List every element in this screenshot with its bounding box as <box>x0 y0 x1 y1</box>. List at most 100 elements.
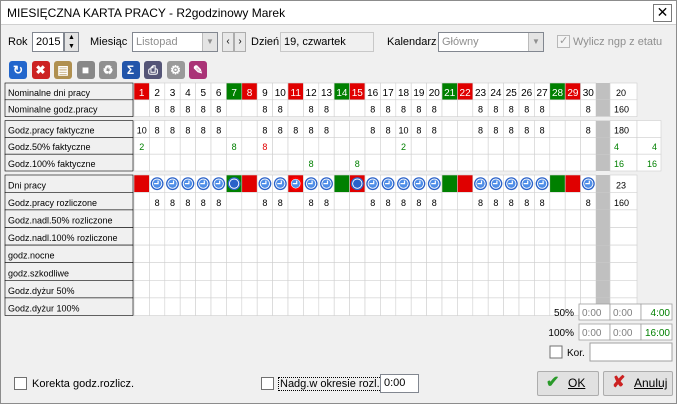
day-cell[interactable] <box>487 280 504 299</box>
day-cell[interactable] <box>472 209 489 228</box>
rok-stepper[interactable]: ▲ ▼ <box>64 32 79 52</box>
day-cell[interactable] <box>272 209 289 228</box>
day-cell[interactable] <box>226 153 243 172</box>
day-cell[interactable] <box>441 262 458 281</box>
day-cell[interactable] <box>441 227 458 246</box>
day-cell[interactable] <box>318 262 335 281</box>
day-cell[interactable] <box>441 280 458 299</box>
day-cell[interactable] <box>179 244 196 264</box>
day-cell[interactable] <box>318 280 335 299</box>
day-cell[interactable] <box>241 297 258 316</box>
day-cell[interactable] <box>518 137 535 155</box>
day-cell[interactable] <box>303 244 320 264</box>
day-cell[interactable] <box>534 209 551 228</box>
delete-icon[interactable]: ✖ <box>31 61 50 79</box>
day-cell[interactable] <box>534 297 551 316</box>
day-cell[interactable] <box>318 297 335 316</box>
day-cell[interactable] <box>364 262 381 281</box>
day-cell[interactable] <box>580 153 597 172</box>
day-cell[interactable] <box>395 227 412 246</box>
day-cell[interactable] <box>380 227 397 246</box>
day-cell[interactable] <box>549 120 566 138</box>
day-cell[interactable] <box>564 209 581 228</box>
copy-icon[interactable]: ▤ <box>54 61 72 79</box>
day-cell[interactable] <box>441 297 458 316</box>
day-cell[interactable] <box>195 209 212 228</box>
day-cell[interactable] <box>395 297 412 316</box>
day-cell[interactable] <box>272 137 289 155</box>
day-cell[interactable] <box>580 209 597 228</box>
day-icon-cell[interactable] <box>564 174 581 193</box>
day-cell[interactable] <box>133 153 150 172</box>
day-cell[interactable] <box>487 209 504 228</box>
day-cell[interactable] <box>272 244 289 264</box>
day-cell[interactable] <box>580 280 597 299</box>
day-cell[interactable] <box>272 153 289 172</box>
day-cell[interactable] <box>472 297 489 316</box>
day-cell[interactable] <box>272 227 289 246</box>
day-cell[interactable] <box>487 244 504 264</box>
day-cell[interactable] <box>226 209 243 228</box>
day-cell[interactable] <box>534 227 551 246</box>
day-cell[interactable] <box>518 244 535 264</box>
day-cell[interactable] <box>410 244 427 264</box>
day-cell[interactable] <box>164 209 181 228</box>
day-cell[interactable] <box>164 137 181 155</box>
day-cell[interactable] <box>133 99 150 117</box>
day-cell[interactable] <box>395 262 412 281</box>
day-cell[interactable] <box>241 153 258 172</box>
day-cell[interactable] <box>210 297 227 316</box>
day-cell[interactable] <box>179 297 196 316</box>
day-cell[interactable] <box>226 99 243 117</box>
day-cell[interactable] <box>241 262 258 281</box>
day-cell[interactable] <box>549 227 566 246</box>
day-icon-cell[interactable] <box>549 174 566 193</box>
day-cell[interactable] <box>241 244 258 264</box>
day-cell[interactable] <box>441 99 458 117</box>
day-cell[interactable] <box>395 244 412 264</box>
day-cell[interactable] <box>549 280 566 299</box>
day-cell[interactable] <box>241 120 258 138</box>
paste-icon[interactable]: ■ <box>76 61 95 79</box>
day-cell[interactable] <box>395 280 412 299</box>
day-cell[interactable] <box>241 192 258 211</box>
day-cell[interactable] <box>333 280 350 299</box>
day-cell[interactable] <box>256 280 273 299</box>
day-cell[interactable] <box>549 262 566 281</box>
settings-icon[interactable]: ⚙ <box>166 61 185 79</box>
day-cell[interactable] <box>210 137 227 155</box>
day-cell[interactable] <box>226 280 243 299</box>
day-cell[interactable] <box>256 153 273 172</box>
day-cell[interactable] <box>226 192 243 211</box>
day-cell[interactable] <box>195 280 212 299</box>
day-cell[interactable] <box>333 192 350 211</box>
day-cell[interactable] <box>349 99 366 117</box>
day-cell[interactable] <box>179 280 196 299</box>
day-cell[interactable] <box>380 209 397 228</box>
nadg-checkbox[interactable] <box>261 377 274 390</box>
day-cell[interactable] <box>549 153 566 172</box>
close-button[interactable]: ✕ <box>653 4 672 22</box>
day-cell[interactable] <box>380 297 397 316</box>
day-cell[interactable] <box>580 227 597 246</box>
day-cell[interactable] <box>457 99 474 117</box>
day-cell[interactable] <box>410 280 427 299</box>
day-cell[interactable] <box>133 297 150 316</box>
day-icon-cell[interactable] <box>241 174 258 193</box>
day-cell[interactable] <box>380 153 397 172</box>
day-cell[interactable] <box>564 192 581 211</box>
day-cell[interactable] <box>503 209 520 228</box>
day-cell[interactable] <box>518 280 535 299</box>
day-cell[interactable] <box>534 153 551 172</box>
day-cell[interactable] <box>503 244 520 264</box>
day-cell[interactable] <box>410 209 427 228</box>
edit-icon[interactable]: ✎ <box>189 61 207 79</box>
day-cell[interactable] <box>195 153 212 172</box>
day-cell[interactable] <box>472 137 489 155</box>
day-cell[interactable] <box>241 227 258 246</box>
day-cell[interactable] <box>380 137 397 155</box>
day-cell[interactable] <box>241 99 258 117</box>
day-cell[interactable] <box>210 262 227 281</box>
day-cell[interactable] <box>564 280 581 299</box>
day-cell[interactable] <box>472 280 489 299</box>
